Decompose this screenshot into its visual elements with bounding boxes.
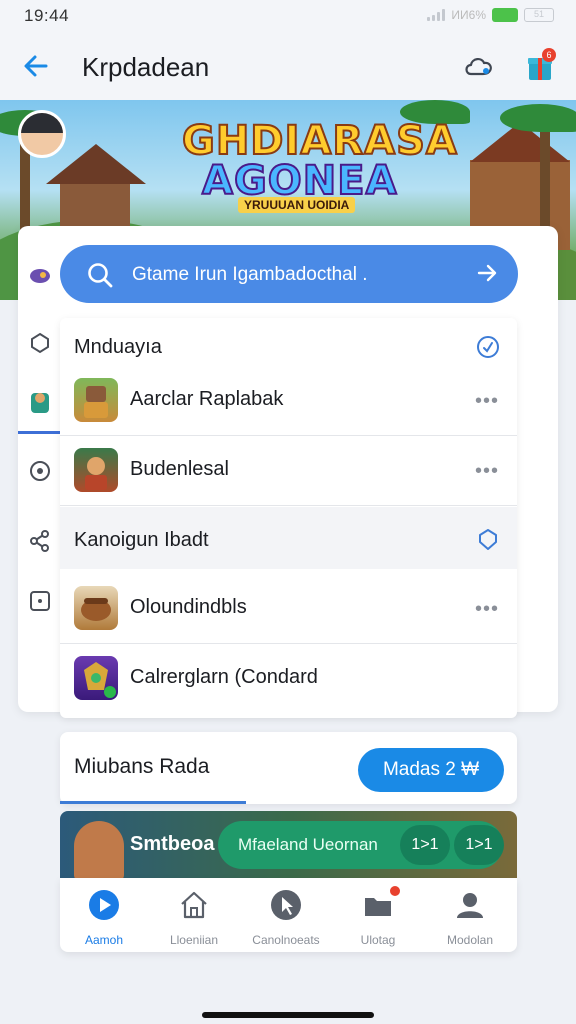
section-title: Mnduayıa [74,336,162,358]
crest-icon [84,662,116,698]
status-time: 19:44 [24,6,70,25]
quick-play-card: Miubans Rada Madas 2 ₩ [60,732,517,804]
list-item[interactable]: Budenlesal ••• [60,436,517,506]
nav-label: Aamoh [84,933,124,947]
promo-strip[interactable]: Smtbeoa Mfaeland Ueornan 1>1 1>1 [60,811,517,881]
back-button[interactable] [18,48,54,84]
nav-item-cursor[interactable]: Canolnoeats [242,888,330,948]
nav-label: Lloeniian [169,933,219,947]
profile-icon [457,893,483,918]
rail-character-icon[interactable] [28,387,52,413]
game-thumbnail [74,378,118,422]
game-thumbnail [74,586,118,630]
avatar-hair [21,113,63,133]
back-arrow-icon [24,55,48,77]
rail-explore-icon[interactable] [28,459,52,483]
search-icon [88,263,113,288]
list-item[interactable]: Oloundindbls ••• [60,574,517,644]
rail-dice-icon[interactable] [28,589,52,613]
progress-bar [60,801,246,804]
promo-pill[interactable]: Mfaeland Ueornan 1>1 1>1 [218,821,504,869]
banner-palm-leaf [500,104,576,132]
character-icon [31,393,49,413]
banner-subtitle: YRUUUAN UOIDIA [238,197,356,213]
rail-game-icon[interactable] [28,263,52,287]
battery-secondary: 51 [524,8,554,22]
game-list-panel: Mnduayıa Aarclar Raplabak ••• Budenlesal… [60,318,517,718]
rail-active-indicator [18,431,60,434]
controller-icon [30,269,50,283]
action-button[interactable]: Madas 2 ₩ [358,748,504,792]
status-icons: ИИ6% 51 [427,8,554,22]
nav-label: Canolnoeats [252,933,320,947]
battery-icon [492,8,518,22]
nav-badge [390,886,400,896]
home-icon [181,891,207,919]
search-bar[interactable]: Gtame Irun Igambadocthal . [60,245,518,303]
more-options-icon[interactable]: ••• [475,460,499,483]
cloud-icon [465,58,492,76]
list-item-label: Aarclar Raplabak [130,388,284,410]
promo-character-image [74,821,124,881]
compass-icon [30,461,50,481]
arrow-right-icon[interactable] [476,262,498,284]
cloud-button[interactable] [462,50,496,82]
app-bar: Krpdadean 6 [0,32,576,100]
section-title: Kanoigun Ibadt [74,529,209,551]
list-item[interactable]: Aarclar Raplabak ••• [60,366,517,436]
promo-title: Smtbeoa [130,833,215,855]
list-item-label: Budenlesal [130,458,229,480]
search-input[interactable]: Gtame Irun Igambadocthal . [132,264,368,286]
bottom-nav: Aamoh Lloeniian Canolnoeats Ulotag Modol… [60,878,517,952]
check-circle-icon[interactable] [475,334,501,360]
dice-icon [30,591,50,611]
list-item[interactable]: Calrerglarn (Condard [60,644,517,714]
card-title: Miubans Rada [74,755,210,778]
nav-item-home[interactable]: Lloeniian [150,888,238,948]
hexagon-icon [31,332,49,354]
promo-chip[interactable]: 1>1 [454,825,504,865]
rail-share-icon[interactable] [28,529,52,553]
network-label: ИИ6% [451,8,486,22]
nav-item-play[interactable]: Aamoh [60,888,148,948]
home-indicator[interactable] [202,1012,374,1018]
rail-home-icon[interactable] [28,331,52,355]
play-icon [89,890,119,920]
promo-pill-label: Mfaeland Ueornan [238,835,378,854]
more-options-icon[interactable]: ••• [475,390,499,413]
shield-icon[interactable] [475,527,501,553]
promo-chip[interactable]: 1>1 [400,825,450,865]
page-title: Krpdadean [82,52,210,82]
nav-item-folder[interactable]: Ulotag [334,886,422,948]
section-header: Kanoigun Ibadt [60,507,517,569]
game-thumbnail [74,656,118,700]
avatar[interactable] [18,110,66,158]
side-rail [18,255,60,635]
status-bar: 19:44 ИИ6% 51 [0,0,576,32]
cursor-icon [271,890,301,920]
nav-item-profile[interactable]: Modolan [426,888,514,948]
nav-label: Ulotag [360,933,396,947]
pot-icon [81,598,111,621]
game-thumbnail [74,448,118,492]
list-item-label: Oloundindbls [130,596,247,618]
knight-icon [84,386,108,418]
nav-label: Modolan [446,933,494,947]
notification-badge: 6 [542,48,556,62]
more-options-icon[interactable]: ••• [475,598,499,621]
list-item-label: Calrerglarn (Condard [130,666,318,688]
banner-hut-roof [46,144,146,184]
share-icon [30,530,49,552]
gift-button[interactable]: 6 [522,48,558,84]
warrior-icon [85,457,107,490]
signal-icon [427,9,446,21]
